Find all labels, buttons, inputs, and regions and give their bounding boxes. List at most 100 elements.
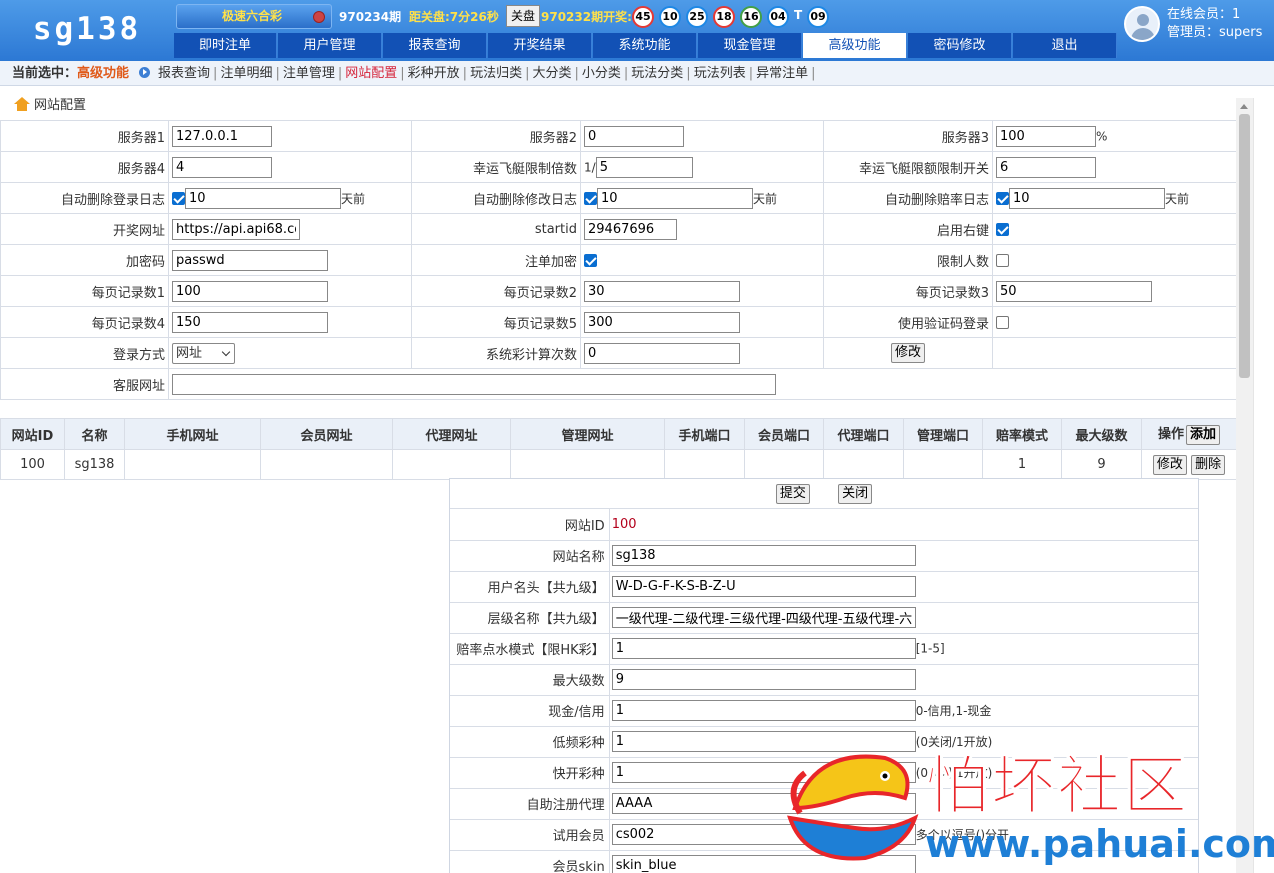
boat-mult-prefix: 1/ bbox=[584, 160, 596, 174]
sub-nav-separator: | bbox=[748, 66, 754, 81]
result-ball: 04 bbox=[767, 6, 789, 28]
captcha-checkbox[interactable] bbox=[996, 315, 1009, 329]
boat-limit-input[interactable] bbox=[996, 156, 1096, 178]
captcha-label: 使用验证码登录 bbox=[823, 306, 993, 338]
column-header: 手机端口 bbox=[664, 418, 745, 450]
submit-button[interactable]: 提交 bbox=[775, 484, 810, 504]
scroll-up-icon[interactable] bbox=[1240, 104, 1248, 109]
server2-input[interactable] bbox=[584, 125, 684, 147]
page1-input[interactable] bbox=[172, 280, 328, 302]
sub-nav-links: 报表查询 | 注单明细 | 注单管理 | 网站配置 | 彩种开放 | 玩法归类 | 大分类 | 小分类 | 玩法… bbox=[158, 66, 818, 81]
sub-nav-link[interactable]: 玩法归类 bbox=[470, 66, 522, 81]
section-title-text: 网站配置 bbox=[34, 98, 87, 113]
page4-input[interactable] bbox=[172, 311, 328, 333]
level-names-input[interactable] bbox=[611, 607, 916, 628]
result-ball: 16 bbox=[740, 6, 762, 28]
column-header: 手机网址 bbox=[124, 418, 261, 450]
page3-input[interactable] bbox=[996, 280, 1152, 302]
nav-tab[interactable]: 退出 bbox=[1013, 33, 1117, 58]
page2-input[interactable] bbox=[584, 280, 740, 302]
delete-row-button[interactable]: 删除 bbox=[1191, 454, 1226, 475]
agent-url-cell bbox=[392, 449, 511, 480]
nav-tab[interactable]: 即时注单 bbox=[174, 33, 277, 58]
del-odds-input[interactable] bbox=[1009, 187, 1165, 209]
game-selector[interactable]: 极速六合彩 bbox=[176, 4, 332, 29]
server2-label: 服务器2 bbox=[411, 120, 581, 152]
nav-tab[interactable]: 高级功能 bbox=[803, 33, 907, 58]
encrypt-input[interactable] bbox=[172, 249, 328, 271]
right-key-checkbox[interactable] bbox=[996, 222, 1009, 236]
row-actions: 修改 删除 bbox=[1141, 449, 1237, 480]
server1-input[interactable] bbox=[172, 125, 272, 147]
del-modify-checkbox[interactable] bbox=[584, 191, 597, 205]
sub-nav-link[interactable]: 注单管理 bbox=[283, 66, 335, 81]
sub-nav-link[interactable]: 大分类 bbox=[532, 66, 571, 81]
sys-calc-label: 系统彩计算次数 bbox=[411, 337, 581, 369]
add-site-button[interactable]: 添加 bbox=[1186, 425, 1221, 445]
mobile-port-cell bbox=[664, 449, 745, 480]
startid-input[interactable] bbox=[584, 218, 677, 240]
server3-label: 服务器3 bbox=[823, 120, 993, 152]
site-table-header: 网站ID 名称 手机网址 会员网址 代理网址 管理网址 手机端口 会员端口 代理端口 管理端口 赔率… bbox=[0, 418, 1237, 450]
cash-input[interactable] bbox=[611, 700, 916, 721]
sub-nav-link[interactable]: 异常注单 bbox=[756, 66, 808, 81]
odds-mode-input[interactable] bbox=[611, 638, 916, 659]
config-row: 服务器4 幸运飞艇限制倍数 1/ 幸运飞艇限额限制开关 bbox=[0, 151, 1237, 183]
config-modify-button[interactable]: 修改 bbox=[890, 343, 925, 363]
service-url-input[interactable] bbox=[172, 373, 776, 395]
edit-actions: 提交 关闭 bbox=[450, 479, 1198, 509]
sub-nav-link[interactable]: 玩法列表 bbox=[694, 66, 746, 81]
del-login-input[interactable] bbox=[185, 187, 341, 209]
site-id-label: 网站ID bbox=[450, 509, 610, 541]
column-header-label: 网站ID bbox=[11, 428, 54, 444]
server4-label: 服务器4 bbox=[0, 151, 169, 183]
close-market-button[interactable]: 关盘 bbox=[506, 5, 540, 27]
edit-row-button[interactable]: 修改 bbox=[1152, 454, 1187, 475]
level-names-label: 层级名称【共九级】 bbox=[450, 602, 610, 634]
max-level-input[interactable] bbox=[611, 669, 916, 690]
current-period: 970234期 bbox=[339, 10, 402, 24]
nav-tab[interactable]: 现金管理 bbox=[698, 33, 802, 58]
bet-encrypt-label: 注单加密 bbox=[411, 244, 581, 276]
column-header: 管理网址 bbox=[510, 418, 665, 450]
del-modify-input[interactable] bbox=[597, 187, 753, 209]
sub-nav-link[interactable]: 注单明细 bbox=[220, 66, 272, 81]
cash-hint: 0-信用,1-现金 bbox=[915, 704, 992, 718]
del-odds-checkbox[interactable] bbox=[996, 191, 1009, 205]
sub-nav-link[interactable]: 玩法分类 bbox=[631, 66, 683, 81]
scroll-thumb[interactable] bbox=[1239, 114, 1250, 378]
sub-nav-separator: | bbox=[400, 66, 405, 81]
sub-nav-link[interactable]: 报表查询 bbox=[158, 66, 210, 81]
sub-nav-link[interactable]: 小分类 bbox=[582, 66, 621, 81]
nav-tab[interactable]: 报表查询 bbox=[383, 33, 487, 58]
watermark-text: 怕坏社区 bbox=[925, 750, 1189, 825]
nav-tab[interactable]: 用户管理 bbox=[278, 33, 382, 58]
login-mode-select[interactable]: 网址 bbox=[172, 342, 235, 364]
del-login-checkbox[interactable] bbox=[172, 191, 185, 205]
sub-nav-separator: | bbox=[686, 66, 691, 81]
server3-input[interactable] bbox=[996, 125, 1096, 147]
boat-mult-input[interactable] bbox=[595, 156, 693, 178]
nav-tab[interactable]: 开奖结果 bbox=[488, 33, 592, 58]
sub-nav-link[interactable]: 彩种开放 bbox=[408, 66, 460, 81]
site-id-cell: 100 bbox=[0, 449, 65, 480]
sub-nav-link[interactable]: 网站配置 bbox=[345, 66, 397, 81]
column-header-label: 赔率模式 bbox=[995, 428, 1048, 444]
page5-input[interactable] bbox=[584, 311, 740, 333]
nav-tab[interactable]: 密码修改 bbox=[908, 33, 1012, 58]
limit-users-label: 限制人数 bbox=[823, 244, 993, 276]
sys-calc-input[interactable] bbox=[584, 342, 740, 364]
draw-url-input[interactable] bbox=[172, 218, 300, 240]
site-name-input[interactable] bbox=[611, 545, 916, 566]
online-info: 在线会员：1 管理员：supers bbox=[1167, 6, 1262, 42]
server4-input[interactable] bbox=[172, 156, 272, 178]
sub-nav: 当前选中：高级功能 报表查询 | 注单明细 | 注单管理 | 网站配置 | 彩种开放 | 玩法归类 | 大… bbox=[0, 61, 1274, 86]
config-row: 每页记录数4 每页记录数5 使用验证码登录 bbox=[0, 306, 1237, 338]
user-prefix-input[interactable] bbox=[611, 576, 916, 597]
nav-tab[interactable]: 系统功能 bbox=[593, 33, 697, 58]
close-panel-button[interactable]: 关闭 bbox=[838, 484, 873, 504]
column-header: 名称 bbox=[64, 418, 125, 450]
column-header-label: 手机端口 bbox=[678, 428, 731, 444]
bet-encrypt-checkbox[interactable] bbox=[584, 253, 597, 267]
limit-users-checkbox[interactable] bbox=[996, 253, 1009, 267]
